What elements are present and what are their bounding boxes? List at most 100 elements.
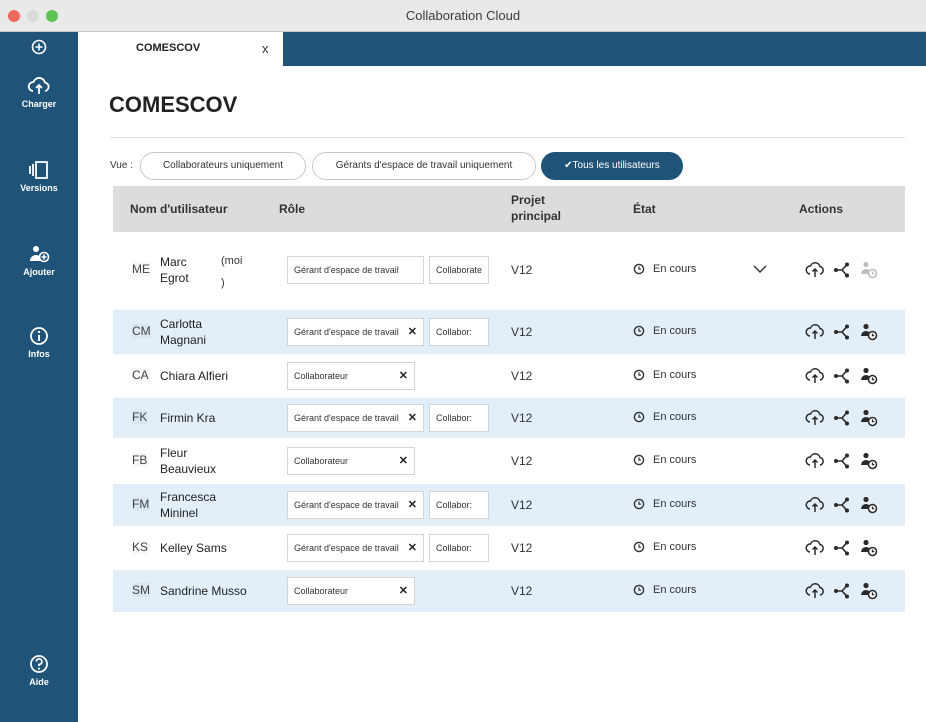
project-value: V12 [511,498,533,512]
cloud-upload-icon [27,77,50,94]
role-chip[interactable]: Gérant d'espace de travail ✕ [287,318,424,346]
user-status-action-button[interactable] [859,366,879,386]
tab-comescov[interactable]: COMESCOV x [78,32,283,66]
remove-role-button[interactable]: ✕ [408,535,417,561]
table-row[interactable]: FK Firmin Kra Gérant d'espace de travail ✕ C… [113,398,905,438]
share-action-button[interactable] [833,539,851,557]
avatar: KS [132,540,149,554]
role-chip[interactable]: Collaborateur ✕ [287,447,415,475]
project-value: V12 [511,263,533,277]
sidebar-item-infos[interactable]: Infos [0,326,78,359]
user-clock-icon [861,496,878,514]
cloud-upload-icon [805,368,824,383]
role-chip[interactable]: Gérant d'espace de travail ✕ [287,534,424,562]
table-row[interactable]: FM Francesca Mininel Gérant d'espace de tr… [113,484,905,526]
avatar: ME [132,262,150,276]
role-chip-label: Gérant d'espace de travail [294,500,399,510]
role-chip[interactable]: Collaborate [429,256,489,284]
table-row[interactable]: CM Carlotta Magnani Gérant d'espace de tra… [113,310,905,354]
remove-role-button[interactable]: ✕ [408,405,417,431]
state-value: En cours [633,498,696,510]
sidebar-item-ajouter[interactable]: Ajouter [0,244,78,277]
share-icon [834,410,849,426]
state-value: En cours [633,325,696,337]
column-header-role[interactable]: Rôle [279,202,305,216]
avatar: CM [132,324,151,338]
user-status-action-button[interactable] [859,322,879,342]
user-status-action-button[interactable] [859,581,879,601]
role-chip[interactable]: Gérant d'espace de travail ✕ [287,491,424,519]
user-status-action-button[interactable] [859,451,879,471]
window-title: Collaboration Cloud [405,8,521,23]
user-name: Carlotta Magnani [160,317,207,347]
share-action-button[interactable] [833,261,851,279]
remove-role-button[interactable]: ✕ [408,319,417,345]
share-action-button[interactable] [833,367,851,385]
role-chip-label: Collabor: [436,543,473,553]
upload-action-button[interactable] [805,452,825,470]
sidebar-item-versions[interactable]: Versions [0,160,78,193]
remove-role-button[interactable]: ✕ [399,448,408,474]
project-value: V12 [511,541,533,555]
role-chip[interactable]: Collabor: [429,318,489,346]
role-chip[interactable]: Collabor: [429,534,489,562]
remove-role-button[interactable]: ✕ [408,492,417,518]
remove-role-button[interactable]: ✕ [399,363,408,389]
filter-collaborators-only[interactable]: Collaborateurs uniquement [140,152,306,180]
share-action-button[interactable] [833,582,851,600]
table-row[interactable]: SM Sandrine Musso Collaborateur ✕ V12 En cour… [113,570,905,612]
table-row[interactable]: ME Marc Egrot (moi ) Gérant d'espace de tra… [113,236,905,304]
share-action-button[interactable] [833,409,851,427]
user-status-action-button[interactable] [859,260,879,280]
user-status-action-button[interactable] [859,495,879,515]
table-header: Nom d'utilisateur Rôle Projet principal … [113,186,905,232]
upload-action-button[interactable] [805,582,825,600]
avatar: FM [132,497,150,511]
table-row[interactable]: CA Chiara Alfieri Collaborateur ✕ V12 En cour… [113,356,905,396]
table-row[interactable]: KS Kelley Sams Gérant d'espace de travail ✕… [113,528,905,568]
column-header-state[interactable]: État [633,202,656,216]
user-status-action-button[interactable] [859,538,879,558]
chevron-down-icon[interactable] [753,264,767,274]
column-header-actions: Actions [799,202,844,216]
upload-action-button[interactable] [805,367,825,385]
table-row[interactable]: FB Fleur Beauvieux Collaborateur ✕ V12 En cou… [113,440,905,482]
upload-action-button[interactable] [805,261,825,279]
project-value: V12 [511,411,533,425]
sidebar-item-new[interactable] [0,38,78,56]
share-icon [834,540,849,556]
sidebar-item-aide[interactable]: Aide [0,654,78,687]
share-action-button[interactable] [833,323,851,341]
filter-all-users[interactable]: ✔Tous les utilisateurs [541,152,683,180]
filter-workspace-managers-only[interactable]: Gérants d'espace de travail uniquement [312,152,536,180]
user-name: Firmin Kra [160,411,216,425]
sidebar-item-label: Charger [21,99,57,109]
upload-action-button[interactable] [805,539,825,557]
role-chip[interactable]: Collabor: [429,404,489,432]
share-action-button[interactable] [833,496,851,514]
upload-action-button[interactable] [805,496,825,514]
project-value: V12 [511,454,533,468]
user-clock-icon [861,323,878,341]
view-filter-label: Vue : [110,160,133,171]
cloud-upload-icon [805,410,824,425]
column-header-project[interactable]: Projet principal [511,192,561,224]
role-chip[interactable]: Gérant d'espace de travail [287,256,424,284]
role-chip[interactable]: Collaborateur ✕ [287,362,415,390]
tab-close-button[interactable]: x [262,41,269,56]
share-action-button[interactable] [833,452,851,470]
user-clock-icon [861,452,878,470]
upload-action-button[interactable] [805,323,825,341]
role-chip[interactable]: Collaborateur ✕ [287,577,415,605]
project-value: V12 [511,584,533,598]
remove-role-button[interactable]: ✕ [399,578,408,604]
role-chip[interactable]: Collabor: [429,491,489,519]
user-clock-icon [861,261,878,279]
clock-icon [633,411,645,423]
column-header-username[interactable]: Nom d'utilisateur [130,202,228,216]
sidebar-item-charger[interactable]: Charger [0,76,78,109]
sidebar-item-label: Aide [29,677,49,687]
role-chip[interactable]: Gérant d'espace de travail ✕ [287,404,424,432]
upload-action-button[interactable] [805,409,825,427]
user-status-action-button[interactable] [859,408,879,428]
